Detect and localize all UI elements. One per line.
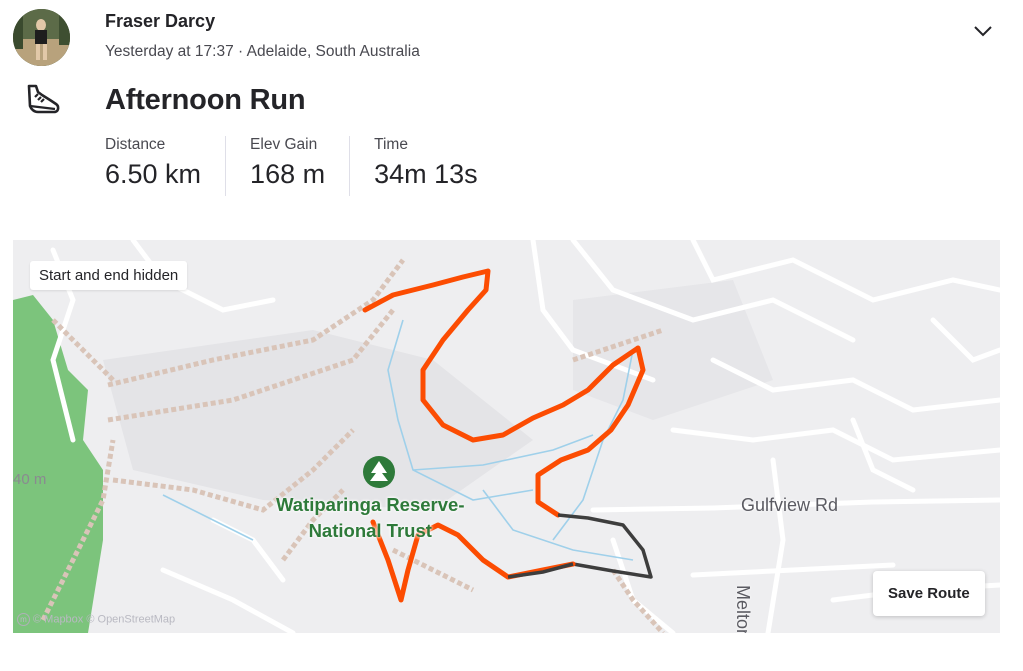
- park-label-line1: Watiparinga Reserve-: [276, 494, 465, 515]
- stat-label: Elev Gain: [250, 136, 318, 153]
- stat-label: Distance: [105, 136, 166, 153]
- stat-label: Time: [374, 136, 408, 153]
- activity-meta: Yesterday at 17:37 · Adelaide, South Aus…: [105, 43, 420, 60]
- map-attribution[interactable]: m © Mapbox © OpenStreetMap: [17, 613, 175, 626]
- stat-distance: Distance 6.50 km: [105, 136, 227, 196]
- stat-value: 6.50 km: [105, 159, 202, 189]
- chevron-down-icon[interactable]: [970, 18, 996, 44]
- route-map[interactable]: 40 m Watiparinga Reserve- National Trust…: [13, 240, 1000, 633]
- park-label-line2: National Trust: [308, 520, 432, 541]
- mapbox-logo-icon: m: [17, 613, 30, 626]
- road-label-melton: Melton: [733, 585, 753, 633]
- athlete-name[interactable]: Fraser Darcy: [105, 11, 215, 32]
- athlete-avatar[interactable]: [13, 9, 70, 66]
- privacy-badge: Start and end hidden: [30, 261, 188, 290]
- park-label[interactable]: Watiparinga Reserve- National Trust: [276, 492, 465, 544]
- running-shoe-icon: [22, 82, 62, 118]
- stat-time: Time 34m 13s: [374, 136, 502, 196]
- stat-elev-gain: Elev Gain 168 m: [250, 136, 351, 196]
- stat-value: 34m 13s: [374, 159, 478, 189]
- contour-label: 40 m: [13, 471, 47, 488]
- map-canvas: [13, 240, 1000, 633]
- attribution-text: © Mapbox © OpenStreetMap: [33, 613, 176, 626]
- stats-row: Distance 6.50 km Elev Gain 168 m Time 34…: [105, 136, 526, 196]
- road-label-gulfview: Gulfview Rd: [741, 495, 839, 515]
- stat-value: 168 m: [250, 159, 326, 189]
- save-route-button[interactable]: Save Route: [873, 571, 985, 616]
- activity-title[interactable]: Afternoon Run: [105, 84, 306, 117]
